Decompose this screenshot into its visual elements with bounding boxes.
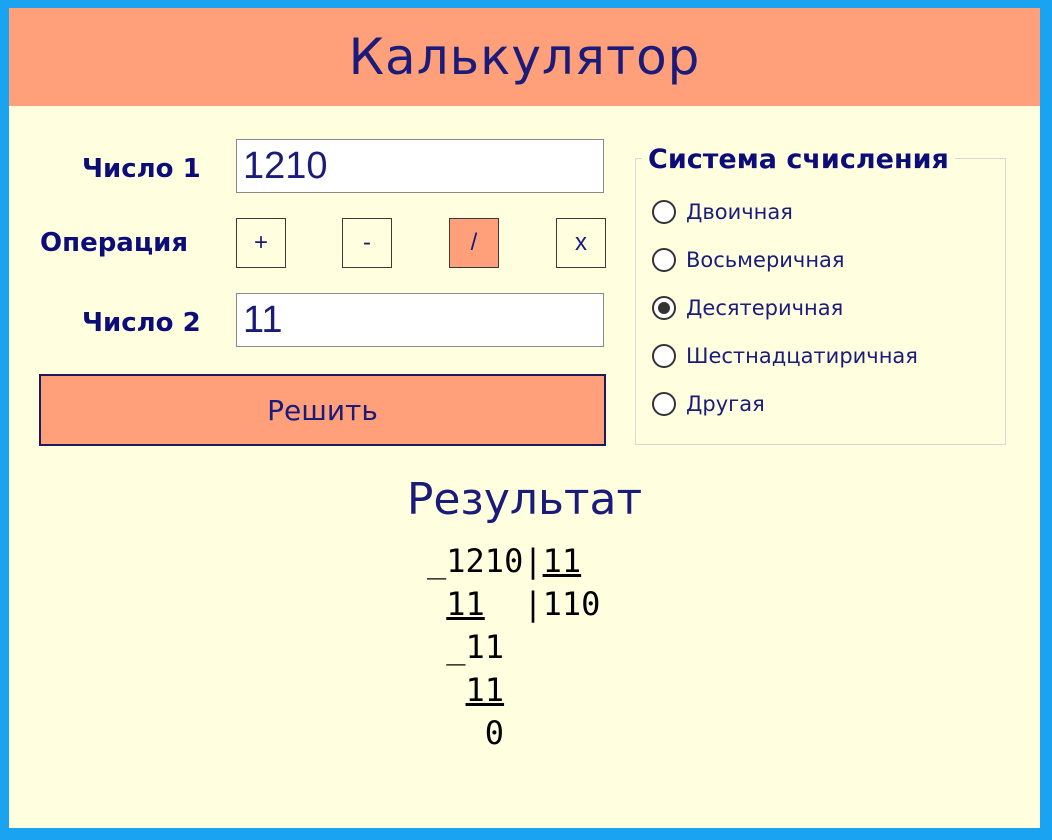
step-2: 11 xyxy=(465,628,505,666)
division-row-2: 11 |110 xyxy=(446,585,601,623)
radio-decimal[interactable]: Десятеричная xyxy=(652,293,843,323)
radio-label: Десятеричная xyxy=(686,296,844,320)
radio-button[interactable] xyxy=(652,344,676,368)
number1-input[interactable]: 1210 xyxy=(236,139,604,193)
division-row-3: _11 xyxy=(427,628,505,666)
radio-button[interactable] xyxy=(652,392,676,416)
radio-button[interactable] xyxy=(652,200,676,224)
op-multiply-button[interactable]: x xyxy=(556,218,606,268)
radio-button[interactable] xyxy=(652,248,676,272)
operation-label: Операция xyxy=(40,228,189,258)
divisor: 11 xyxy=(542,542,582,580)
dividend: 1210 xyxy=(446,542,524,580)
page-title: Калькулятор xyxy=(348,28,701,86)
division-row-1: _1210|11 xyxy=(427,542,582,580)
result-title: Результат xyxy=(406,474,643,525)
quotient: 110 xyxy=(542,585,601,623)
number2-label: Число 2 xyxy=(82,308,201,338)
remainder: 0 xyxy=(484,714,505,752)
calculator-window: Калькулятор Число 1 1210 Операция + - / … xyxy=(9,8,1040,828)
division-row-4: 11 xyxy=(427,669,600,712)
solve-button[interactable]: Решить xyxy=(39,374,606,446)
radio-label: Шестнадцатиричная xyxy=(686,344,918,368)
radio-label: Двоичная xyxy=(686,200,793,224)
radio-button[interactable] xyxy=(652,296,676,320)
op-plus-button[interactable]: + xyxy=(236,218,286,268)
radio-binary[interactable]: Двоичная xyxy=(652,197,793,227)
radio-other[interactable]: Другая xyxy=(652,389,765,419)
long-division: _1210|11 11 |110 _11 11 0 xyxy=(427,540,600,755)
division-row-5: 0 xyxy=(427,712,600,755)
radio-hex[interactable]: Шестнадцатиричная xyxy=(652,341,918,371)
number1-label: Число 1 xyxy=(82,154,201,184)
radio-label: Другая xyxy=(686,392,765,416)
step-1: 11 xyxy=(446,585,485,623)
radio-octal[interactable]: Восьмеричная xyxy=(652,245,845,275)
op-divide-button[interactable]: / xyxy=(449,218,499,268)
number2-input[interactable]: 11 xyxy=(236,293,604,347)
step-3: 11 xyxy=(465,671,505,709)
radio-label: Восьмеричная xyxy=(686,248,845,272)
op-minus-button[interactable]: - xyxy=(342,218,392,268)
header: Калькулятор xyxy=(9,8,1040,106)
numeral-system-legend: Система счисления xyxy=(642,144,955,175)
